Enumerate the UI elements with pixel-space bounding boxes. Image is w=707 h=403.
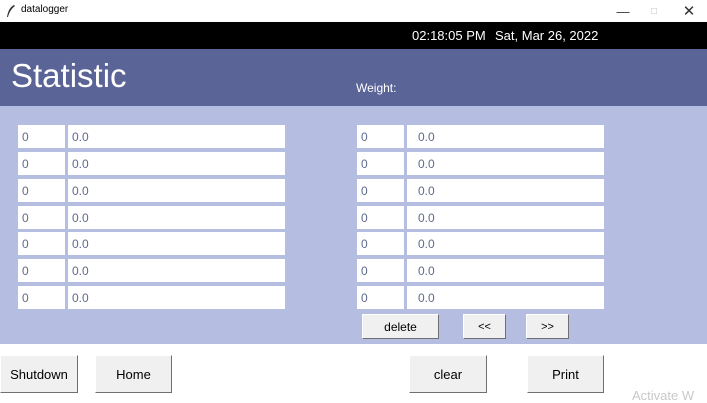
right-index-field[interactable]: 0 [357,125,404,148]
right-value-field[interactable]: 0.0 [407,232,604,255]
page-title: Statistic [11,57,127,94]
left-index-field[interactable]: 0 [18,179,65,202]
right-value-field[interactable]: 0.0 [407,125,604,148]
clock-bar: 02:18:05 PM Sat, Mar 26, 2022 [0,22,707,49]
left-value-field[interactable]: 0.0 [68,286,285,309]
left-value-field[interactable]: 0.0 [68,259,285,282]
clear-button[interactable]: clear [409,355,487,393]
close-button[interactable]: ✕ [674,0,704,22]
left-index-field[interactable]: 0 [18,125,65,148]
shutdown-button[interactable]: Shutdown [0,355,78,393]
left-index-field[interactable]: 0 [18,259,65,282]
right-index-field[interactable]: 0 [357,179,404,202]
left-index-field[interactable]: 0 [18,286,65,309]
clock-time: 02:18:05 PM [412,28,486,43]
right-index-field[interactable]: 0 [357,206,404,229]
next-page-button[interactable]: >> [526,314,569,339]
left-value-field[interactable]: 0.0 [68,206,285,229]
header: Statistic Weight: [0,49,707,106]
clock-date: Sat, Mar 26, 2022 [495,28,599,43]
window-title: datalogger [21,4,69,15]
activation-watermark: Activate W [632,388,695,403]
right-value-field[interactable]: 0.0 [407,286,604,309]
left-value-field[interactable]: 0.0 [68,152,285,175]
title-bar: datalogger — □ ✕ [0,0,707,22]
left-index-field[interactable]: 0 [18,206,65,229]
left-value-field[interactable]: 0.0 [68,232,285,255]
right-index-field[interactable]: 0 [357,286,404,309]
right-index-field[interactable]: 0 [357,152,404,175]
print-button[interactable]: Print [527,355,604,393]
right-index-field[interactable]: 0 [357,259,404,282]
minimize-button[interactable]: — [608,0,638,22]
right-value-field[interactable]: 0.0 [407,206,604,229]
right-value-field[interactable]: 0.0 [407,259,604,282]
weight-label: Weight: [356,81,397,95]
left-index-field[interactable]: 0 [18,152,65,175]
delete-button[interactable]: delete [362,314,439,339]
left-index-field[interactable]: 0 [18,232,65,255]
right-value-field[interactable]: 0.0 [407,152,604,175]
home-button[interactable]: Home [95,355,172,393]
left-value-field[interactable]: 0.0 [68,125,285,148]
maximize-button[interactable]: □ [639,0,669,22]
previous-page-button[interactable]: << [463,314,506,339]
right-value-field[interactable]: 0.0 [407,179,604,202]
feather-icon [7,5,15,17]
right-index-field[interactable]: 0 [357,232,404,255]
left-value-field[interactable]: 0.0 [68,179,285,202]
